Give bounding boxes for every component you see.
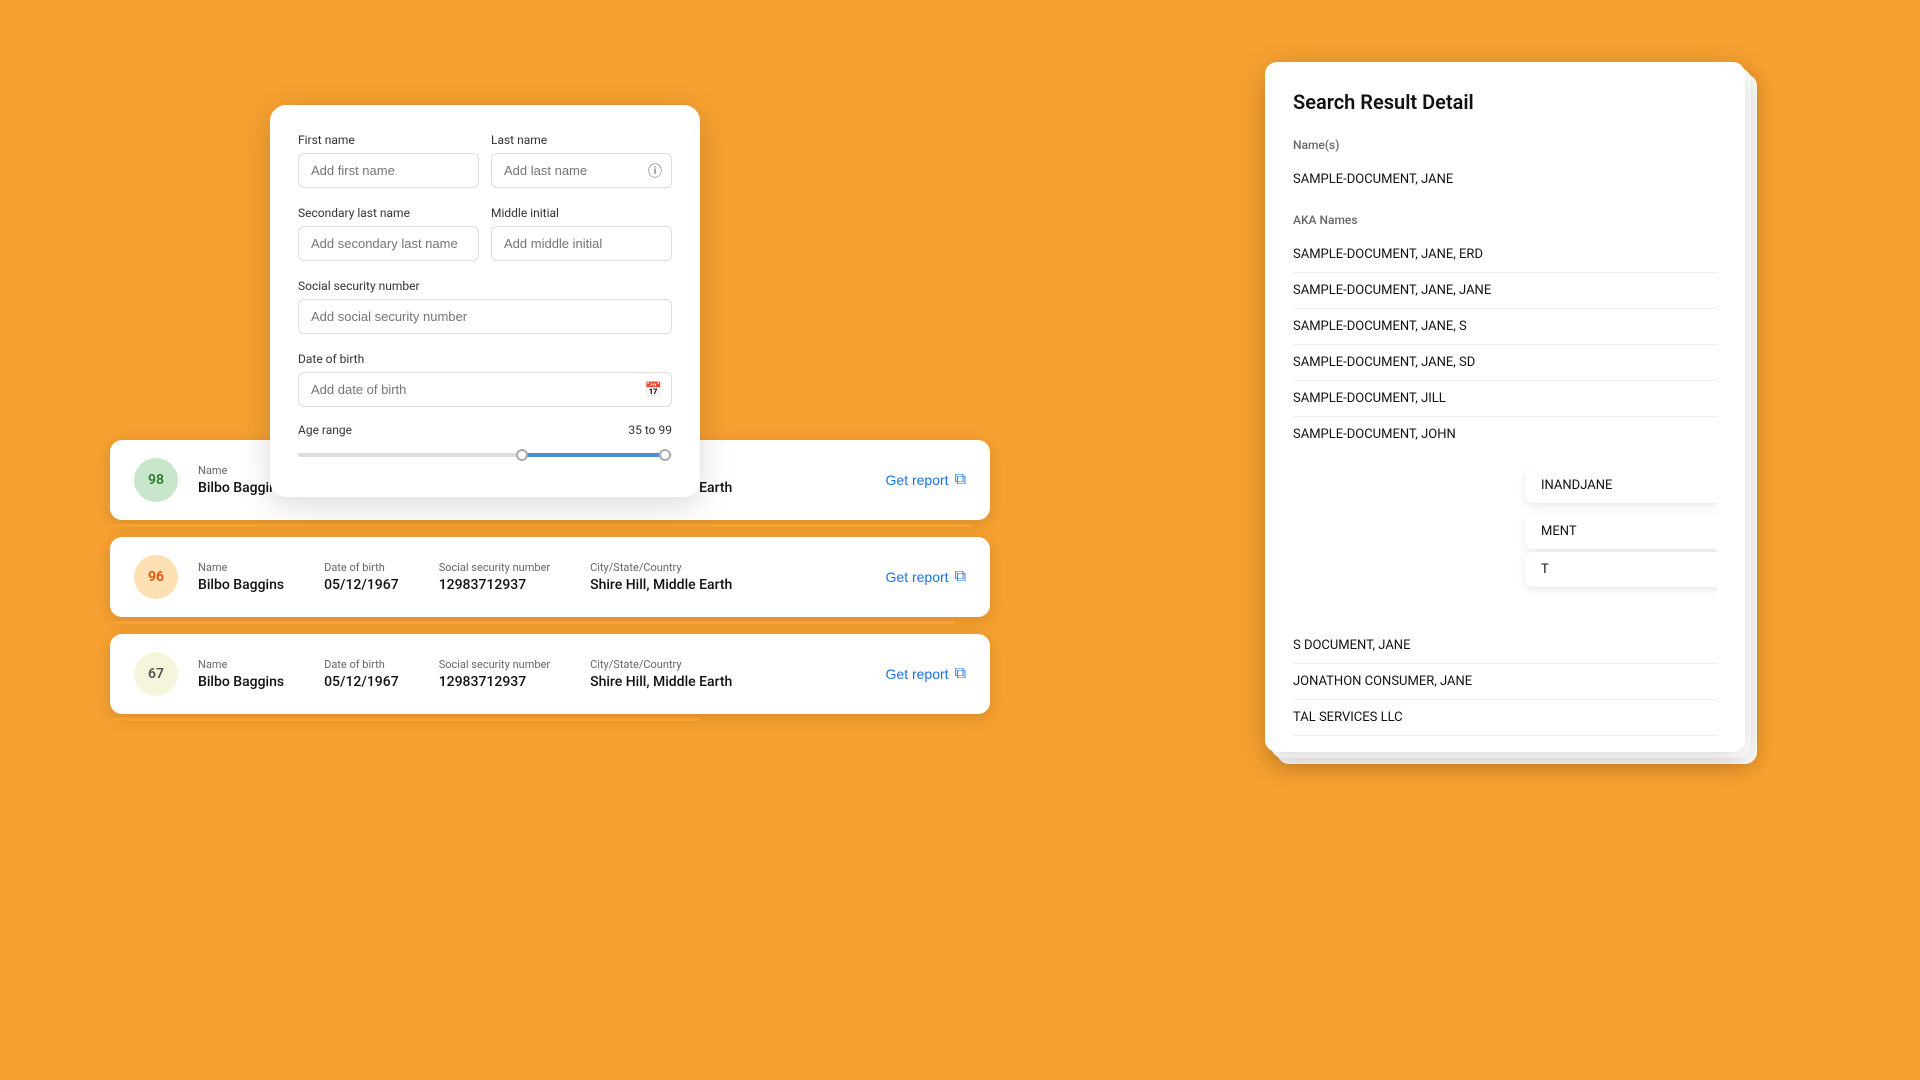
last-name-label: Last name (491, 133, 672, 147)
score-badge-98: 98 (134, 458, 178, 502)
result-card-3: 67 Name Bilbo Baggins Date of birth 05/1… (110, 634, 990, 714)
result-location-2: City/State/Country Shire Hill, Middle Ea… (590, 561, 732, 593)
partial-card-3: T (1525, 552, 1717, 587)
dob-input-wrapper: 📅 (298, 372, 672, 407)
external-link-icon-1: ⧉ (955, 471, 966, 489)
middle-initial-label: Middle initial (491, 206, 672, 220)
progress-bar-2 (110, 621, 990, 624)
score-badge-67: 67 (134, 652, 178, 696)
dob-group: Date of birth 📅 (298, 352, 672, 407)
partial-card-1: INANDJANE (1525, 468, 1717, 503)
first-name-label: First name (298, 133, 479, 147)
detail-panel-title: Search Result Detail (1293, 90, 1717, 114)
names-section: Name(s) SAMPLE-DOCUMENT, JANE (1293, 138, 1717, 197)
aka-section: AKA Names SAMPLE-DOCUMENT, JANE, ERD SAM… (1293, 213, 1717, 452)
secondary-last-name-group: Secondary last name (298, 206, 479, 261)
result-card-2: 96 Name Bilbo Baggins Date of birth 05/1… (110, 537, 990, 617)
first-name-input[interactable] (298, 153, 479, 188)
get-report-btn-2[interactable]: Get report ⧉ (886, 568, 966, 586)
names-section-label: Name(s) (1293, 138, 1717, 152)
slider-thumb-left[interactable] (516, 449, 528, 461)
search-form-card: First name Last name ⓘ Secondary last na… (270, 105, 700, 497)
score-badge-96: 96 (134, 555, 178, 599)
primary-name: SAMPLE-DOCUMENT, JANE (1293, 162, 1717, 197)
ssn-input[interactable] (298, 299, 672, 334)
ssn-label: Social security number (298, 279, 672, 293)
partial-item-5: TAL SERVICES LLC (1293, 700, 1717, 736)
slider-thumb-right[interactable] (659, 449, 671, 461)
aka-name-5: SAMPLE-DOCUMENT, JOHN (1293, 417, 1717, 452)
age-range-value: 35 to 99 (628, 423, 672, 437)
get-report-btn-1[interactable]: Get report ⧉ (886, 471, 966, 489)
age-range-slider[interactable] (298, 445, 672, 465)
age-range-section: Age range 35 to 99 (298, 423, 672, 465)
result-ssn-3: Social security number 12983712937 (439, 658, 550, 690)
middle-initial-group: Middle initial (491, 206, 672, 261)
external-link-icon-2: ⧉ (955, 568, 966, 586)
progress-bar-1 (110, 524, 990, 527)
partial-item-3: S DOCUMENT, JANE (1293, 628, 1717, 664)
dob-label: Date of birth (298, 352, 672, 366)
aka-name-1: SAMPLE-DOCUMENT, JANE, JANE (1293, 273, 1717, 309)
result-location-3: City/State/Country Shire Hill, Middle Ea… (590, 658, 732, 690)
partial-item-4: JONATHON CONSUMER, JANE (1293, 664, 1717, 700)
result-name-2: Name Bilbo Baggins (198, 561, 284, 593)
ssn-group: Social security number (298, 279, 672, 334)
progress-bar-3 (110, 718, 990, 721)
result-fields-2: Name Bilbo Baggins Date of birth 05/12/1… (198, 561, 866, 593)
secondary-last-name-input[interactable] (298, 226, 479, 261)
external-link-icon-3: ⧉ (955, 665, 966, 683)
detail-panel: Search Result Detail Name(s) SAMPLE-DOCU… (1265, 62, 1745, 752)
last-name-input-wrapper: ⓘ (491, 153, 672, 188)
partial-overlay-area: INANDJANE MENT T (1293, 468, 1717, 628)
result-dob-3: Date of birth 05/12/1967 (324, 658, 399, 690)
result-dob-2: Date of birth 05/12/1967 (324, 561, 399, 593)
secondary-last-name-label: Secondary last name (298, 206, 479, 220)
result-name-3: Name Bilbo Baggins (198, 658, 284, 690)
aka-name-3: SAMPLE-DOCUMENT, JANE, SD (1293, 345, 1717, 381)
detail-panel-stack: Search Result Detail Name(s) SAMPLE-DOCU… (1265, 62, 1745, 752)
get-report-btn-3[interactable]: Get report ⧉ (886, 665, 966, 683)
calendar-icon[interactable]: 📅 (645, 382, 662, 398)
first-name-group: First name (298, 133, 479, 188)
info-icon[interactable]: ⓘ (648, 161, 662, 181)
last-name-input[interactable] (491, 153, 672, 188)
partial-card-2: MENT (1525, 514, 1717, 549)
aka-name-0: SAMPLE-DOCUMENT, JANE, ERD (1293, 237, 1717, 273)
result-fields-3: Name Bilbo Baggins Date of birth 05/12/1… (198, 658, 866, 690)
aka-name-2: SAMPLE-DOCUMENT, JANE, S (1293, 309, 1717, 345)
age-range-label: Age range (298, 423, 352, 437)
dob-input[interactable] (298, 372, 672, 407)
middle-initial-input[interactable] (491, 226, 672, 261)
result-ssn-2: Social security number 12983712937 (439, 561, 550, 593)
aka-name-4: SAMPLE-DOCUMENT, JILL (1293, 381, 1717, 417)
aka-section-label: AKA Names (1293, 213, 1717, 227)
last-name-group: Last name ⓘ (491, 133, 672, 188)
